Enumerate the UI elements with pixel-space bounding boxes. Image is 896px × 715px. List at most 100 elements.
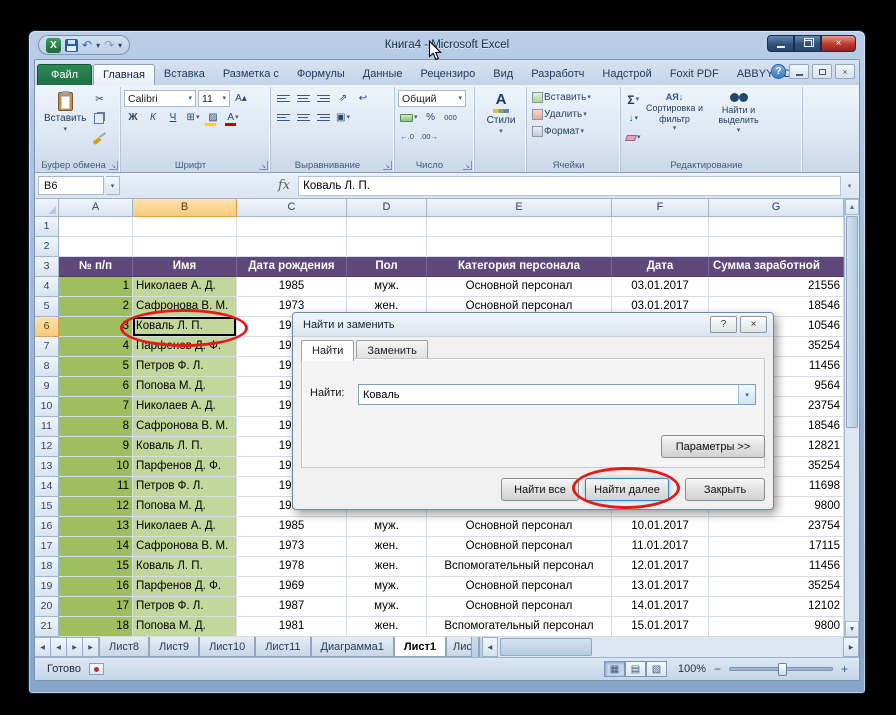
scroll-up-button[interactable]: ▲ <box>845 199 859 215</box>
zoom-in-button[interactable]: + <box>838 662 851 676</box>
ribbon-tab-Разработч[interactable]: Разработч <box>522 64 593 85</box>
clear-button[interactable]: ▾ <box>624 129 643 146</box>
ribbon-tab-Вид[interactable]: Вид <box>484 64 522 85</box>
ribbon-tab-Данные[interactable]: Данные <box>354 64 412 85</box>
column-header-A[interactable]: A <box>59 199 133 217</box>
cell-B10[interactable]: Николаев А. Д. <box>133 397 237 417</box>
ribbon-tab-Формулы[interactable]: Формулы <box>288 64 354 85</box>
cell-C4[interactable]: 1985 <box>237 277 347 297</box>
normal-view-button[interactable]: ▦ <box>604 661 625 677</box>
alignment-dialog-launcher-icon[interactable] <box>383 161 392 170</box>
cell-A17[interactable]: 14 <box>59 537 133 557</box>
column-header-F[interactable]: F <box>612 199 709 217</box>
page-break-view-button[interactable]: ▧ <box>646 661 667 677</box>
cell-A21[interactable]: 18 <box>59 617 133 637</box>
cell-F2[interactable] <box>612 237 709 257</box>
number-dialog-launcher-icon[interactable] <box>463 161 472 170</box>
cell-A7[interactable]: 4 <box>59 337 133 357</box>
row-header-11[interactable]: 11 <box>35 417 59 437</box>
name-box[interactable]: B6 <box>38 176 104 195</box>
hscroll-left-button[interactable]: ◀ <box>481 637 498 657</box>
align-top-button[interactable] <box>274 90 292 107</box>
cell-F19[interactable]: 13.01.2017 <box>612 577 709 597</box>
restore-button[interactable] <box>794 35 821 52</box>
cell-C19[interactable]: 1969 <box>237 577 347 597</box>
cell-A8[interactable]: 5 <box>59 357 133 377</box>
macro-record-icon[interactable] <box>88 663 104 675</box>
cell-F4[interactable]: 03.01.2017 <box>612 277 709 297</box>
cell-G4[interactable]: 21556 <box>709 277 844 297</box>
cell-C3[interactable]: Дата рождения <box>237 257 347 277</box>
cell-E20[interactable]: Основной персонал <box>427 597 612 617</box>
bold-button[interactable]: Ж <box>124 109 142 126</box>
cell-D20[interactable]: муж. <box>347 597 427 617</box>
column-header-E[interactable]: E <box>427 199 612 217</box>
percent-button[interactable]: % <box>422 109 440 126</box>
cell-A9[interactable]: 6 <box>59 377 133 397</box>
row-header-10[interactable]: 10 <box>35 397 59 417</box>
row-header-6[interactable]: 6 <box>35 317 59 337</box>
row-header-20[interactable]: 20 <box>35 597 59 617</box>
cell-G21[interactable]: 9800 <box>709 617 844 637</box>
cell-B2[interactable] <box>133 237 237 257</box>
comma-style-button[interactable]: 000 <box>442 109 460 126</box>
row-header-17[interactable]: 17 <box>35 537 59 557</box>
clipboard-dialog-launcher-icon[interactable] <box>109 161 118 170</box>
cell-B3[interactable]: Имя <box>133 257 237 277</box>
ribbon-tab-Разметка с[interactable]: Разметка с <box>214 64 288 85</box>
column-header-C[interactable]: C <box>237 199 347 217</box>
page-layout-view-button[interactable]: ▤ <box>625 661 646 677</box>
ribbon-tab-Вставка[interactable]: Вставка <box>155 64 214 85</box>
vscroll-thumb[interactable] <box>846 216 858 428</box>
workbook-close-button[interactable]: × <box>835 64 855 79</box>
dialog-help-button[interactable]: ? <box>710 316 737 333</box>
sheet-tab-Лист8[interactable]: Лист8 <box>99 637 150 657</box>
close-button[interactable]: × <box>821 35 856 52</box>
save-icon[interactable] <box>65 38 78 52</box>
cell-B18[interactable]: Коваль Л. П. <box>133 557 237 577</box>
font-dialog-launcher-icon[interactable] <box>259 161 268 170</box>
cell-A18[interactable]: 15 <box>59 557 133 577</box>
scroll-down-button[interactable]: ▼ <box>845 621 859 637</box>
align-right-button[interactable] <box>314 109 332 126</box>
undo-dropdown-icon[interactable]: ▾ <box>96 41 100 50</box>
cell-G1[interactable] <box>709 217 844 237</box>
sheet-tab-Лист9[interactable]: Лист9 <box>149 637 200 657</box>
cell-D18[interactable]: жен. <box>347 557 427 577</box>
last-sheet-button[interactable]: ▶ <box>83 637 99 657</box>
cell-F18[interactable]: 12.01.2017 <box>612 557 709 577</box>
increase-decimal-button[interactable]: ←.0 <box>398 128 416 145</box>
autosum-button[interactable]: Σ ▾ <box>624 91 643 108</box>
cell-E4[interactable]: Основной персонал <box>427 277 612 297</box>
fill-button[interactable]: ↓ ▾ <box>624 110 643 127</box>
cell-E1[interactable] <box>427 217 612 237</box>
copy-button[interactable] <box>90 110 108 127</box>
cell-E3[interactable]: Категория персонала <box>427 257 612 277</box>
row-header-2[interactable]: 2 <box>35 237 59 257</box>
cell-A4[interactable]: 1 <box>59 277 133 297</box>
cell-G18[interactable]: 11456 <box>709 557 844 577</box>
cell-D1[interactable] <box>347 217 427 237</box>
cell-D19[interactable]: муж. <box>347 577 427 597</box>
cell-G3[interactable]: Сумма заработной <box>709 257 844 277</box>
workbook-restore-button[interactable] <box>812 64 832 79</box>
cell-A14[interactable]: 11 <box>59 477 133 497</box>
excel-logo-icon[interactable]: X <box>46 37 61 53</box>
find-input[interactable]: Коваль ▾ <box>358 384 756 405</box>
dialog-close-button[interactable]: × <box>740 316 767 333</box>
sheet-tab-Лис[interactable]: Лис <box>445 637 472 657</box>
cell-F16[interactable]: 10.01.2017 <box>612 517 709 537</box>
cell-E18[interactable]: Вспомогательный персонал <box>427 557 612 577</box>
column-header-G[interactable]: G <box>709 199 844 217</box>
zoom-out-button[interactable]: − <box>711 662 724 676</box>
row-header-1[interactable]: 1 <box>35 217 59 237</box>
italic-button[interactable]: К <box>144 109 162 126</box>
styles-button[interactable]: А Стили ▾ <box>478 89 524 138</box>
decrease-decimal-button[interactable]: .00→ <box>418 128 440 145</box>
cell-B1[interactable] <box>133 217 237 237</box>
cell-C20[interactable]: 1987 <box>237 597 347 617</box>
row-header-5[interactable]: 5 <box>35 297 59 317</box>
ribbon-tab-Foxit PDF[interactable]: Foxit PDF <box>661 64 728 85</box>
first-sheet-button[interactable]: ◀ <box>35 637 51 657</box>
cell-B17[interactable]: Сафронова В. М. <box>133 537 237 557</box>
